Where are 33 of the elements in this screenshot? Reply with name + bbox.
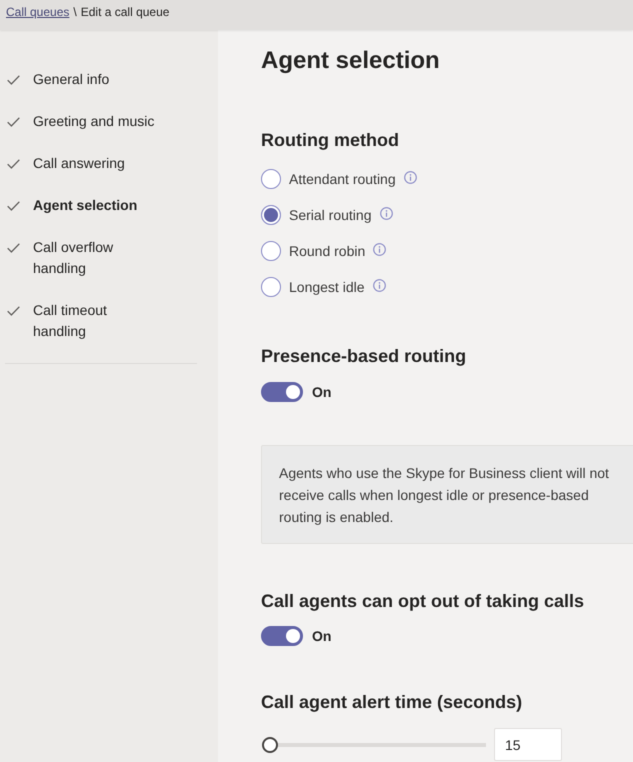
number-input-field[interactable]: 15 — [494, 728, 562, 761]
info-icon[interactable] — [404, 170, 417, 184]
info-icon[interactable] — [373, 242, 386, 256]
section-heading: Call agents can opt out of taking calls — [261, 590, 586, 613]
breadcrumb-link[interactable]: Call queues — [6, 4, 70, 30]
radio-button[interactable] — [261, 169, 281, 189]
radio-label: Round robin — [289, 243, 366, 259]
radio-label: Attendant routing — [289, 171, 396, 187]
toggle-label: On — [312, 384, 332, 400]
sidebar-item[interactable]: Agent selection — [0, 184, 218, 226]
toggle-switch[interactable] — [261, 626, 303, 646]
radio-label: Longest idle — [289, 279, 365, 295]
slider-thumb[interactable] — [262, 736, 278, 752]
breadcrumb-current: Edit a call queue — [80, 4, 170, 21]
notice-text: Agents who use the Skype for Business client will not receive calls when longest idle or presence-based routing is enabled. — [279, 464, 610, 527]
radio-button[interactable] — [261, 277, 281, 297]
section-heading: Presence-based routing — [261, 345, 468, 368]
radio-label: Serial routing — [289, 207, 372, 223]
section-heading: Routing method — [261, 129, 400, 152]
info-icon[interactable] — [372, 278, 386, 292]
section-heading: Call agent alert time (seconds) — [261, 691, 524, 714]
sidebar-item[interactable]: Call timeout handling — [0, 289, 218, 352]
page-title: Agent selection — [261, 46, 441, 76]
radio-button[interactable] — [261, 205, 281, 225]
sidebar-item[interactable]: Greeting and music — [0, 100, 218, 142]
info-icon[interactable] — [380, 206, 392, 220]
radio-button[interactable] — [261, 241, 281, 261]
sidebar-item[interactable]: Call answering — [0, 142, 218, 184]
sidebar-item[interactable]: General info — [0, 58, 218, 100]
toggle-label: On — [312, 628, 332, 644]
breadcrumb-separator: \ — [73, 4, 77, 21]
sidebar-item[interactable]: Call overflow handling — [0, 226, 218, 289]
toggle-switch[interactable] — [261, 382, 303, 402]
